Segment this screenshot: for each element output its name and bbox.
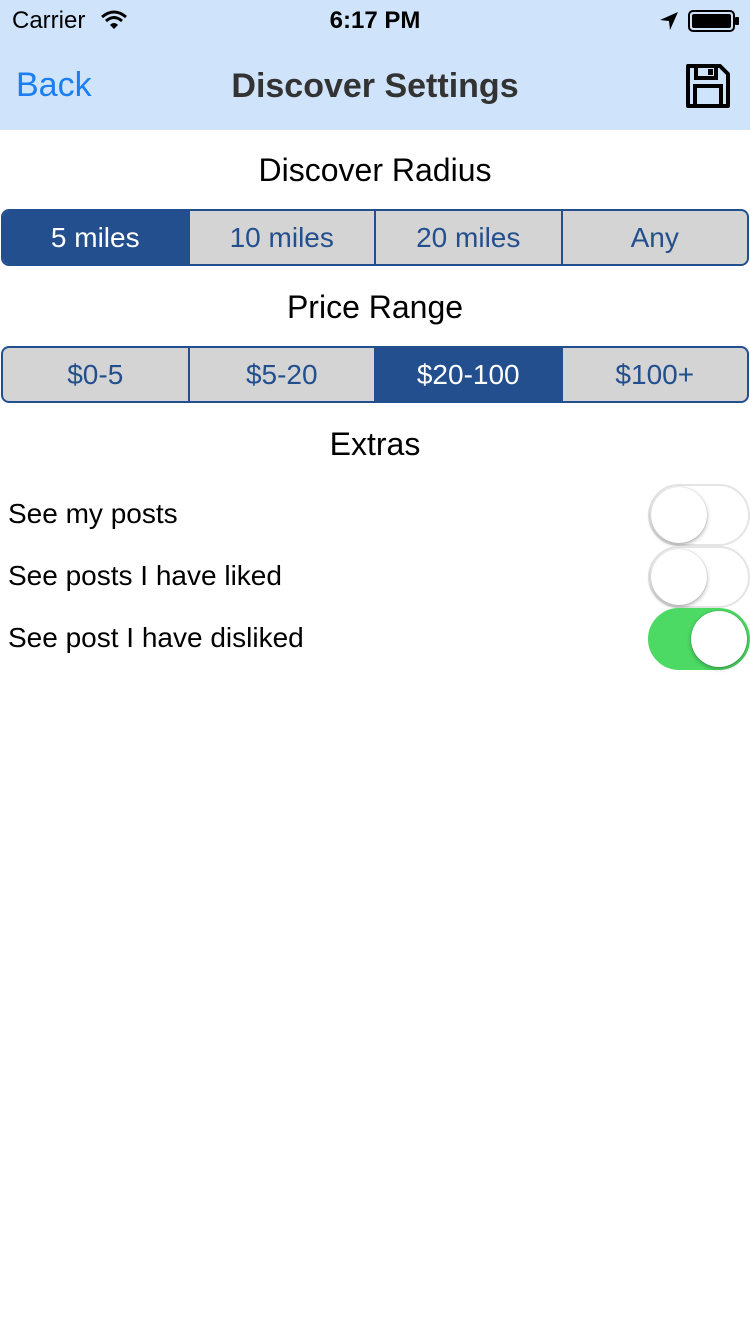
extras-title: Extras [329, 426, 421, 462]
floppy-disk-icon [686, 64, 730, 108]
battery-icon [688, 10, 740, 37]
my-posts-label: See my posts [8, 498, 178, 529]
my-posts-switch[interactable] [648, 484, 750, 546]
switch-knob [691, 611, 747, 667]
price-range-title: Price Range [286, 289, 464, 325]
save-button[interactable] [684, 62, 732, 110]
extras-row-disliked-posts: See post I have disliked [0, 608, 750, 670]
liked-posts-switch[interactable] [648, 546, 750, 608]
radius-option-5-miles[interactable]: 5 miles [3, 211, 188, 264]
price-option-0-5[interactable]: $0-5 [3, 348, 188, 401]
price-option-5-20[interactable]: $5-20 [187, 348, 375, 401]
price-option-20-100[interactable]: $20-100 [374, 348, 561, 401]
navigation-bar: Back Discover Settings [0, 40, 750, 130]
disliked-posts-switch[interactable] [648, 608, 750, 670]
switch-knob [651, 549, 707, 605]
location-arrow-icon [658, 10, 680, 37]
switch-knob [651, 487, 707, 543]
radius-segmented-control: 5 miles 10 miles 20 miles Any [1, 209, 749, 266]
radius-option-10-miles[interactable]: 10 miles [187, 211, 375, 264]
disliked-posts-label: See post I have disliked [8, 622, 304, 653]
status-time: 6:17 PM [329, 7, 421, 34]
price-segmented-control: $0-5 $5-20 $20-100 $100+ [1, 346, 749, 403]
extras-row-my-posts: See my posts [0, 484, 750, 546]
status-bar: Carrier 6:17 PM [0, 0, 750, 40]
radius-option-20-miles[interactable]: 20 miles [374, 211, 561, 264]
page-title: Discover Settings [231, 67, 519, 105]
price-option-100-plus[interactable]: $100+ [560, 348, 748, 401]
discover-radius-title: Discover Radius [258, 152, 492, 188]
liked-posts-label: See posts I have liked [8, 560, 282, 591]
radius-option-any[interactable]: Any [560, 211, 748, 264]
extras-row-liked-posts: See posts I have liked [0, 546, 750, 608]
